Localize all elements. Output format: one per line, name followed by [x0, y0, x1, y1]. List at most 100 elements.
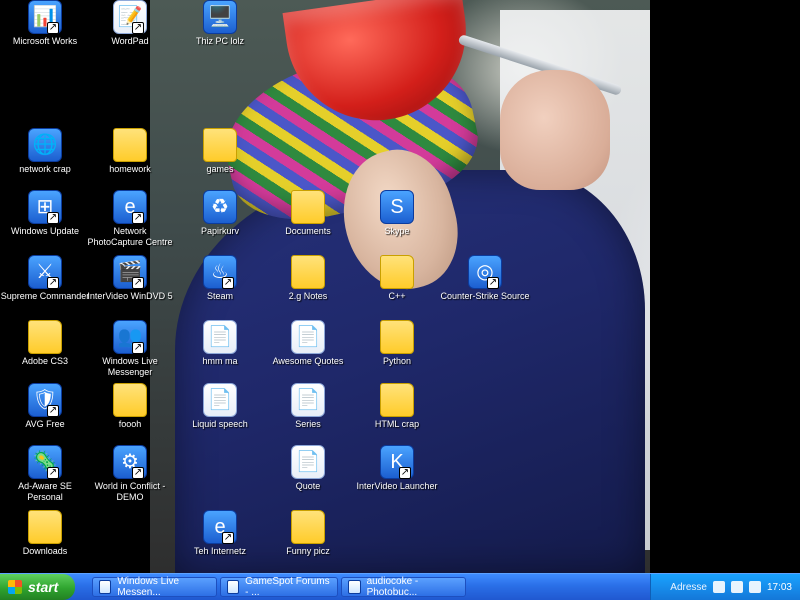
desktop-icon-label: foooh — [118, 419, 142, 429]
desktop-icon-label: Thiz PC lolz — [195, 36, 244, 46]
steam-icon: ♨ — [203, 255, 237, 289]
desktop-icon-html-crap[interactable]: HTML crap — [352, 383, 442, 443]
desktop-icon-homework[interactable]: homework — [85, 128, 175, 188]
desktop-icon-label: Liquid speech — [192, 419, 248, 429]
desktop-icon-label: games — [206, 164, 234, 174]
desktop-icon-label: Quote — [295, 481, 321, 491]
document-icon: 📄 — [291, 320, 325, 354]
desktop-icon-microsoft-works[interactable]: 📊 Microsoft Works — [0, 0, 90, 60]
recycle-bin-icon: ♻ — [203, 190, 237, 224]
desktop-icon-skype[interactable]: S Skype — [352, 190, 442, 250]
tray-icon-ie[interactable] — [712, 581, 725, 593]
desktop-icon-network-photocapture-centre[interactable]: e Network PhotoCapture Centre — [85, 190, 175, 250]
desktop-icon-label: C++ — [388, 291, 406, 301]
desktop-icon-label: 2.g Notes — [288, 291, 328, 301]
desktop-icon-steam[interactable]: ♨ Steam — [175, 255, 265, 315]
game-icon: ⚙ — [113, 445, 147, 479]
taskbar-button-label: Windows Live Messen... — [117, 576, 180, 598]
windows-logo-icon — [8, 580, 22, 594]
windows-update-icon: ⊞ — [28, 190, 62, 224]
desktop-icon-label: hmm ma — [202, 356, 238, 366]
wordpad-icon: 📝 — [113, 0, 147, 34]
desktop-icon-label: Python — [382, 356, 412, 366]
desktop-icon-network-crap[interactable]: 🌐 network crap — [0, 128, 90, 188]
taskbar: start Windows Live Messen... GameSpot Fo… — [0, 573, 800, 600]
desktop-icon-awesome-quotes[interactable]: 📄 Awesome Quotes — [263, 320, 353, 380]
desktop-icon-avg-free[interactable]: 🛡 AVG Free — [0, 383, 90, 443]
address-label[interactable]: Adresse — [670, 582, 707, 593]
desktop-icon-games[interactable]: games — [175, 128, 265, 188]
desktop-icon-world-in-conflict-demo[interactable]: ⚙ World in Conflict - DEMO — [85, 445, 175, 505]
desktop-icon-foooh[interactable]: foooh — [85, 383, 175, 443]
folder-icon — [203, 128, 237, 162]
taskbar-button-gamespot-forums[interactable]: GameSpot Forums - ... — [220, 576, 338, 598]
folder-icon — [28, 510, 62, 544]
folder-icon — [291, 510, 325, 544]
desktop-icon-c-plus-plus[interactable]: C++ — [352, 255, 442, 315]
folder-icon — [113, 128, 147, 162]
desktop-icon-adobe-cs3[interactable]: Adobe CS3 — [0, 320, 90, 380]
desktop-icon-label: AVG Free — [25, 419, 65, 429]
desktop-icon-funny-picz[interactable]: Funny picz — [263, 510, 353, 570]
taskbar-button-windows-live-messenger[interactable]: Windows Live Messen... — [92, 576, 217, 598]
desktop-icon-liquid-speech[interactable]: 📄 Liquid speech — [175, 383, 265, 443]
folder-icon — [380, 383, 414, 417]
folder-icon — [113, 383, 147, 417]
ie-shortcut-icon: e — [113, 190, 147, 224]
desktop-icon-downloads[interactable]: Downloads — [0, 510, 90, 570]
desktop-icon-label: Microsoft Works — [12, 36, 78, 46]
desktop-icon-thiz-pc-lolz[interactable]: 🖥️ Thiz PC lolz — [175, 0, 265, 60]
desktop-icon-counter-strike-source[interactable]: ◎ Counter-Strike Source — [440, 255, 530, 315]
desktop-icon-label: Teh Internetz — [193, 546, 247, 556]
desktop-icon-label: Skype — [384, 226, 410, 236]
desktop-icon-label: Steam — [206, 291, 233, 301]
desktop-icon-windows-live-messenger[interactable]: 👥 Windows Live Messenger — [85, 320, 175, 380]
desktop-icon-intervideo-windvd-5[interactable]: 🎬 InterVideo WinDVD 5 — [85, 255, 175, 315]
desktop-icon-2-g-notes[interactable]: 2.g Notes — [263, 255, 353, 315]
folder-icon — [291, 190, 325, 224]
document-icon: 📄 — [203, 320, 237, 354]
desktop-icon-intervideo-launcher[interactable]: K InterVideo Launcher — [352, 445, 442, 505]
desktop-icon-label: Awesome Quotes — [272, 356, 344, 366]
desktop-icon-teh-internetz[interactable]: e Teh Internetz — [175, 510, 265, 570]
internet-explorer-icon — [348, 580, 361, 594]
desktop-icon-ad-aware-se-personal[interactable]: 🦠 Ad-Aware SE Personal — [0, 445, 90, 505]
antivirus-icon: 🛡 — [28, 383, 62, 417]
desktop-icon-label: Counter-Strike Source — [440, 291, 530, 301]
desktop-icon-label: WordPad — [111, 36, 149, 46]
skype-icon: S — [380, 190, 414, 224]
game-icon: ⚔ — [28, 255, 62, 289]
desktop-icon-hmm-ma[interactable]: 📄 hmm ma — [175, 320, 265, 380]
desktop-icon-supreme-commander[interactable]: ⚔ Supreme Commander — [0, 255, 90, 315]
desktop-icon-quote[interactable]: 📄 Quote — [263, 445, 353, 505]
tray-icon-messenger[interactable] — [730, 581, 743, 593]
folder-icon — [380, 255, 414, 289]
desktop-icon-label: Windows Update — [10, 226, 80, 236]
desktop-icon-python[interactable]: Python — [352, 320, 442, 380]
tray-icon-security[interactable] — [748, 581, 761, 593]
game-icon: ◎ — [468, 255, 502, 289]
desktop-icon-documents[interactable]: Documents — [263, 190, 353, 250]
taskbar-button-audiocoke-photobucket[interactable]: audiocoke - Photobuc... — [341, 576, 466, 598]
desktop-icon-papirkurv[interactable]: ♻ Papirkurv — [175, 190, 265, 250]
desktop-icon-wordpad[interactable]: 📝 WordPad — [85, 0, 175, 60]
desktop-icon-label: Downloads — [22, 546, 68, 556]
dvd-icon: 🎬 — [113, 255, 147, 289]
desktop-icon-label: Adobe CS3 — [21, 356, 69, 366]
clock[interactable]: 17:03 — [767, 582, 792, 593]
wallpaper-hand — [500, 70, 610, 190]
desktop-icon-label: InterVideo WinDVD 5 — [87, 291, 173, 301]
desktop-icon-windows-update[interactable]: ⊞ Windows Update — [0, 190, 90, 250]
desktop-icon-label: Supreme Commander — [0, 291, 90, 301]
works-icon: 📊 — [28, 0, 62, 34]
messenger-icon — [99, 580, 112, 594]
internet-explorer-icon: e — [203, 510, 237, 544]
desktop-icon-label: homework — [109, 164, 151, 174]
document-icon: 📄 — [203, 383, 237, 417]
start-button[interactable]: start — [0, 574, 75, 600]
document-icon: 📄 — [291, 383, 325, 417]
desktop-icon-series[interactable]: 📄 Series — [263, 383, 353, 443]
desktop-icon-label: network crap — [19, 164, 71, 174]
folder-icon — [380, 320, 414, 354]
desktop-icon-label: InterVideo Launcher — [356, 481, 438, 491]
